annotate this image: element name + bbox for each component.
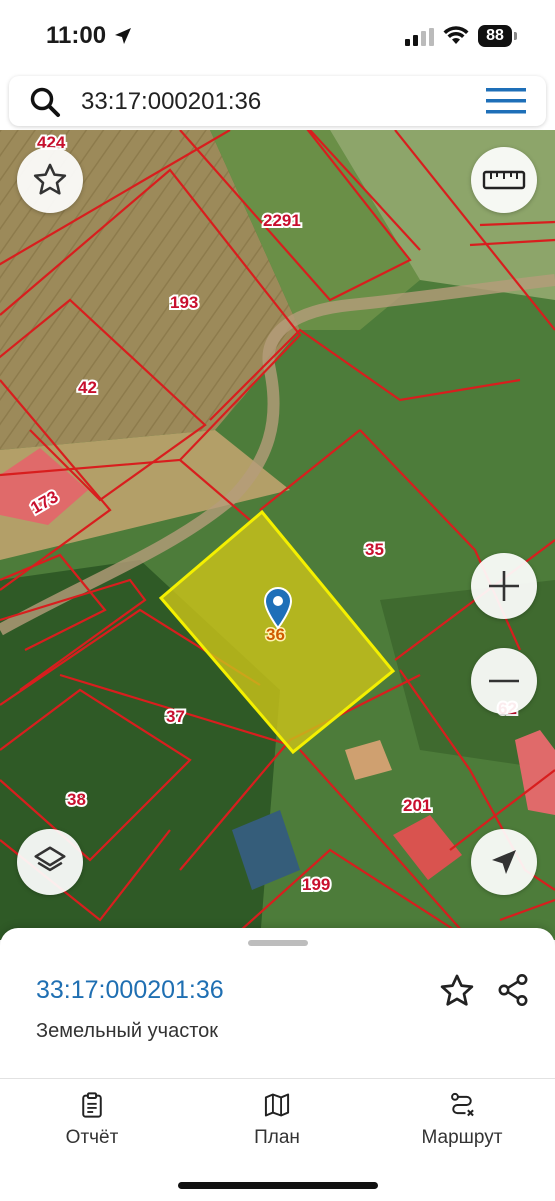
- search-icon[interactable]: [29, 86, 61, 118]
- search-bar[interactable]: 33:17:000201:36: [9, 76, 546, 126]
- layers-icon: [34, 846, 66, 872]
- cellular-signal-icon: [405, 28, 434, 46]
- parcel-label-42[interactable]: 42: [76, 376, 99, 399]
- ruler-icon: [482, 170, 526, 190]
- clipboard-icon: [82, 1092, 102, 1118]
- battery-level: 88: [478, 25, 512, 47]
- share-icon[interactable]: [495, 972, 531, 1008]
- search-bar-area: 33:17:000201:36: [0, 72, 555, 130]
- parcel-labels-layer: 424 2291 193 42 173 35 36 37 38 201 199 …: [25, 131, 519, 896]
- parcel-label-199[interactable]: 199: [300, 873, 332, 896]
- tab-plan[interactable]: План: [207, 1091, 347, 1149]
- navigation-arrow-icon: [492, 850, 516, 874]
- tab-plan-label: План: [254, 1127, 300, 1148]
- minus-icon: [489, 679, 519, 683]
- map-icon: [264, 1093, 290, 1117]
- status-time: 11:00: [46, 22, 107, 49]
- location-pin-icon[interactable]: [263, 587, 293, 629]
- parcel-type-label: Земельный участок: [36, 1020, 219, 1042]
- battery-tip: [514, 32, 517, 40]
- parcel-info-sheet[interactable]: 33:17:000201:36 Земельный участок: [0, 928, 555, 1078]
- ruler-button[interactable]: [471, 147, 537, 213]
- satellite-map[interactable]: 424 2291 193 42 173 35 36 37 38 201 199 …: [0, 130, 555, 940]
- parcel-label-201[interactable]: 201: [401, 794, 433, 817]
- parcel-label-173[interactable]: 173: [25, 485, 63, 520]
- zoom-in-button[interactable]: [471, 553, 537, 619]
- plus-icon: [489, 571, 519, 601]
- favorite-star-icon[interactable]: [438, 972, 476, 1010]
- location-arrow-icon: [115, 28, 131, 44]
- favorite-map-button[interactable]: [17, 147, 83, 213]
- tab-route-label: Маршрут: [421, 1127, 503, 1148]
- route-icon: [451, 1092, 474, 1117]
- tab-report-label: Отчёт: [65, 1127, 119, 1148]
- layers-button[interactable]: [17, 829, 83, 895]
- star-outline-icon: [33, 163, 67, 195]
- parcel-label-193[interactable]: 193: [168, 291, 200, 314]
- parcel-label-38[interactable]: 38: [65, 788, 88, 811]
- parcel-label-2291[interactable]: 2291: [261, 209, 303, 232]
- parcel-label-37[interactable]: 37: [164, 705, 187, 728]
- parcel-label-35[interactable]: 35: [363, 538, 386, 561]
- tab-report[interactable]: Отчёт: [22, 1091, 162, 1149]
- zoom-out-button[interactable]: [471, 648, 537, 714]
- search-input[interactable]: 33:17:000201:36: [81, 88, 261, 116]
- status-bar: 11:00 88: [0, 0, 555, 72]
- sheet-grab-handle[interactable]: [248, 940, 308, 946]
- wifi-icon: [443, 26, 469, 44]
- home-indicator: [178, 1182, 378, 1189]
- tab-route[interactable]: Маршрут: [392, 1091, 532, 1149]
- parcel-cadastral-number[interactable]: 33:17:000201:36: [36, 976, 224, 1005]
- hamburger-menu-icon[interactable]: [486, 88, 526, 114]
- my-location-button[interactable]: [471, 829, 537, 895]
- battery-indicator: 88: [478, 25, 518, 47]
